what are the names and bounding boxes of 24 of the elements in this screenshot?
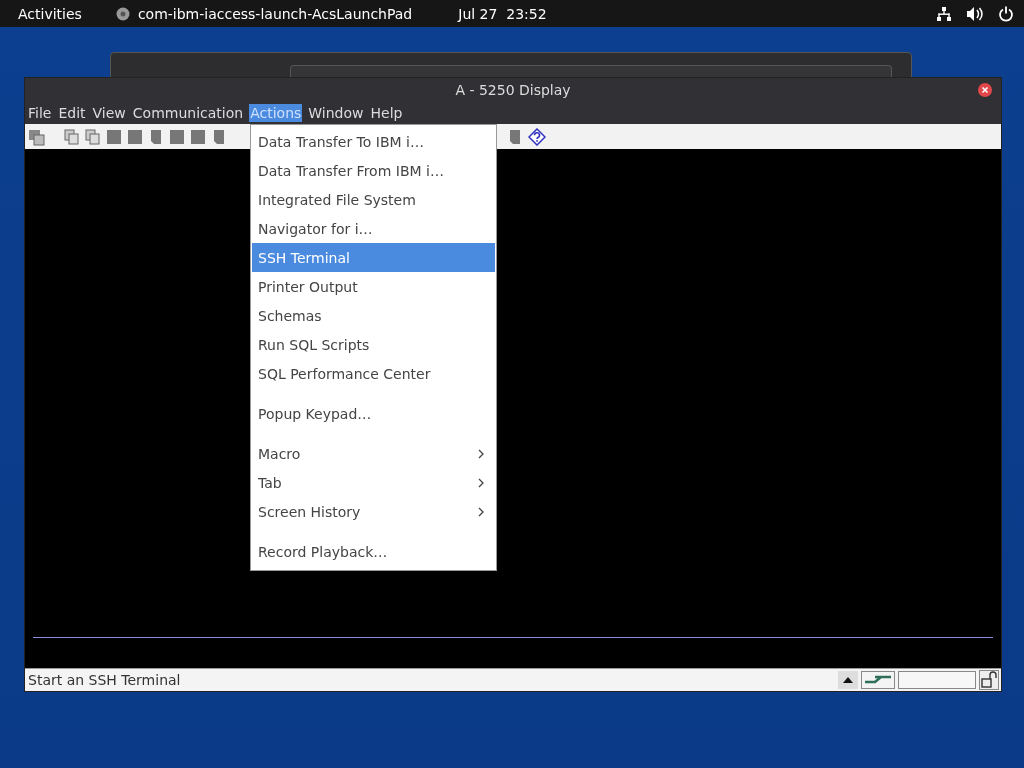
menu-item[interactable]: View	[91, 103, 127, 122]
menu-item[interactable]: Macro	[252, 439, 495, 468]
menu-item[interactable]: Edit	[57, 103, 87, 122]
menu-item[interactable]: Printer Output	[252, 272, 495, 301]
clock[interactable]: Jul 27 23:52	[458, 5, 547, 22]
window-title: A - 5250 Display	[455, 81, 571, 98]
menu-item[interactable]: Popup Keypad…	[252, 399, 495, 428]
menu-item[interactable]: Help	[369, 103, 404, 122]
menu-item[interactable]: File	[27, 103, 53, 122]
app-menu[interactable]: com-ibm-iaccess-launch-AcsLaunchPad	[137, 5, 413, 22]
menu-item[interactable]: Integrated File System	[252, 185, 495, 214]
menu-item[interactable]: Navigator for i…	[252, 214, 495, 243]
menu-item[interactable]: Tab	[252, 468, 495, 497]
menu-item[interactable]: Screen History	[252, 497, 495, 526]
menu-item[interactable]: Record Playback…	[252, 537, 495, 566]
status-message: Start an SSH Terminal	[27, 672, 182, 688]
menu-item[interactable]: Schemas	[252, 301, 495, 330]
menu-item[interactable]: Communication	[131, 103, 245, 122]
menu-item[interactable]: Data Transfer From IBM i…	[252, 156, 495, 185]
menu-item[interactable]: SQL Performance Center	[252, 359, 495, 388]
menu-item[interactable]: Window	[307, 103, 365, 122]
menu-item[interactable]: Run SQL Scripts	[252, 330, 495, 359]
menu-item[interactable]: Data Transfer To IBM i…	[252, 127, 495, 156]
activities-button[interactable]: Activities	[18, 5, 82, 22]
